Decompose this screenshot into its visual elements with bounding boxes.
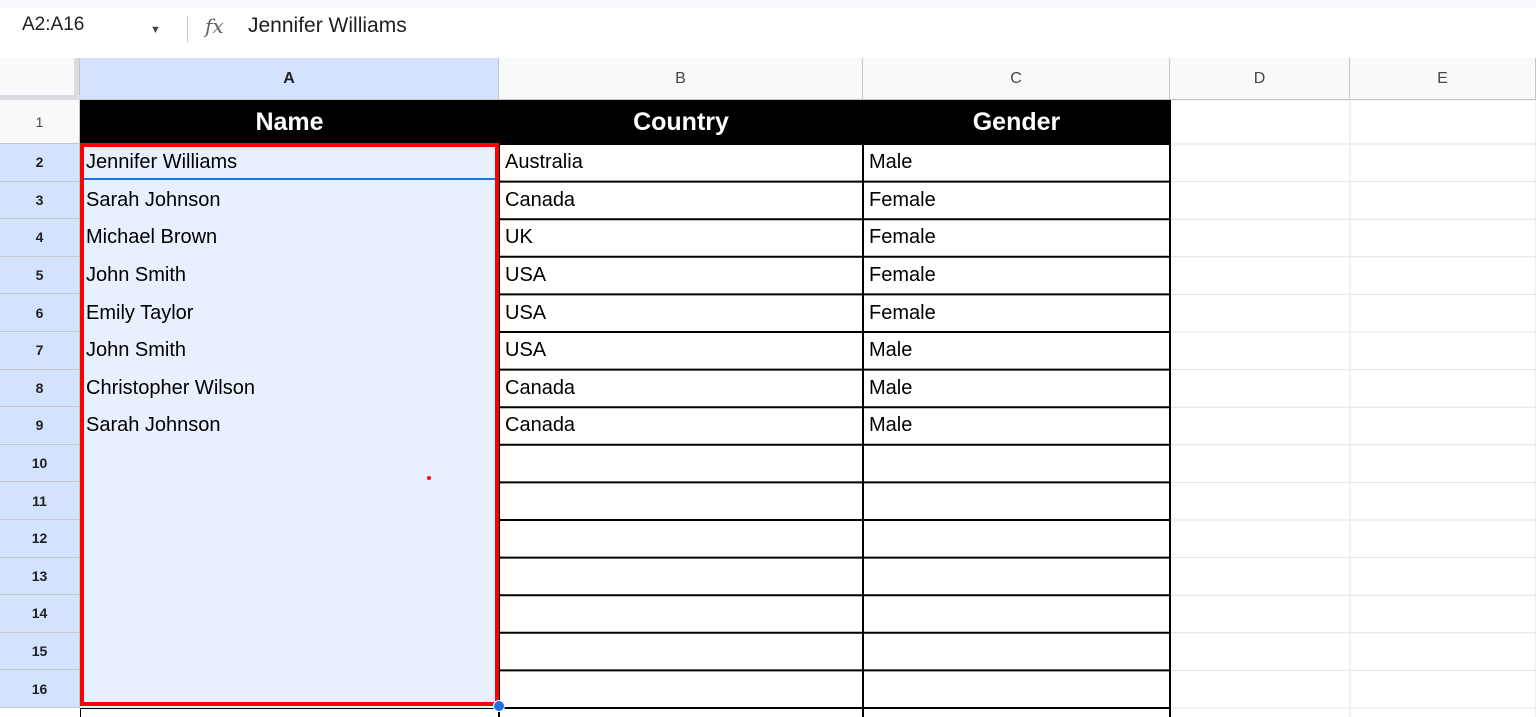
column-header-b[interactable]: B: [499, 58, 863, 100]
column-header-e[interactable]: E: [1350, 58, 1536, 100]
row-header-16[interactable]: 16: [0, 670, 80, 708]
cell-a14[interactable]: [80, 595, 499, 633]
row-header-10[interactable]: 10: [0, 444, 80, 483]
column-header-c[interactable]: C: [863, 58, 1170, 100]
row-header-3[interactable]: 3: [0, 181, 80, 220]
table-cell[interactable]: Male: [863, 332, 1170, 370]
cell-a10[interactable]: [80, 444, 499, 483]
row-header-14[interactable]: 14: [0, 595, 80, 633]
table-cell[interactable]: Sarah Johnson: [80, 182, 499, 220]
active-cell-indicator: [84, 178, 496, 180]
formula-input[interactable]: Jennifer Williams: [248, 14, 407, 38]
sheet-grid: Name Country Gender Jennifer Williams Austra…: [80, 100, 1536, 717]
row-header-1[interactable]: 1: [0, 100, 80, 144]
table-cell[interactable]: Sarah Johnson: [80, 407, 499, 445]
row-header-7[interactable]: 7: [0, 332, 80, 370]
table-cell[interactable]: John Smith: [80, 332, 499, 370]
table-cell[interactable]: USA: [499, 257, 863, 295]
annotation-dot: [427, 476, 431, 480]
row-header-15[interactable]: 15: [0, 632, 80, 671]
table-cell[interactable]: Male: [863, 144, 1170, 182]
table-cell[interactable]: Female: [863, 294, 1170, 332]
row-header-6[interactable]: 6: [0, 294, 80, 332]
header-cell-country[interactable]: Country: [499, 100, 863, 144]
table-cell[interactable]: John Smith: [80, 257, 499, 295]
formula-bar: [0, 8, 1536, 58]
table-cell[interactable]: Canada: [499, 182, 863, 220]
cell-a15[interactable]: [80, 632, 499, 671]
top-strip: [0, 0, 1536, 8]
freeze-handle-vertical[interactable]: [74, 58, 79, 100]
fx-icon: fx: [205, 14, 224, 38]
table-cell[interactable]: Male: [863, 407, 1170, 445]
cell-a16[interactable]: [80, 670, 499, 708]
table-cell[interactable]: Canada: [499, 407, 863, 445]
table-cell[interactable]: Canada: [499, 370, 863, 408]
fill-handle[interactable]: [493, 700, 505, 712]
row-header-5[interactable]: 5: [0, 256, 80, 295]
table-cell[interactable]: Female: [863, 257, 1170, 295]
table-cell[interactable]: Christopher Wilson: [80, 370, 499, 408]
cell-a13[interactable]: [80, 557, 499, 596]
cell-a11[interactable]: [80, 482, 499, 520]
cell-a12[interactable]: [80, 520, 499, 558]
table-cell[interactable]: USA: [499, 294, 863, 332]
table-cell[interactable]: Male: [863, 370, 1170, 408]
row-header-9[interactable]: 9: [0, 407, 80, 445]
row-header-8[interactable]: 8: [0, 369, 80, 408]
select-all-corner[interactable]: [0, 58, 80, 100]
table-cell[interactable]: UK: [499, 219, 863, 257]
table-cell[interactable]: Jennifer Williams: [80, 144, 499, 182]
table-cell[interactable]: Emily Taylor: [80, 294, 499, 332]
column-header-d[interactable]: D: [1170, 58, 1350, 100]
row-header-13[interactable]: 13: [0, 557, 80, 596]
table-cell[interactable]: Female: [863, 182, 1170, 220]
header-cell-gender[interactable]: Gender: [863, 100, 1170, 144]
row-header-12[interactable]: 12: [0, 520, 80, 558]
row-header-4[interactable]: 4: [0, 219, 80, 257]
table-cell[interactable]: Michael Brown: [80, 219, 499, 257]
row-header-2[interactable]: 2: [0, 144, 80, 182]
table-cell[interactable]: Female: [863, 219, 1170, 257]
header-cell-name[interactable]: Name: [80, 100, 499, 144]
column-header-a[interactable]: A: [80, 58, 499, 100]
row-header-11[interactable]: 11: [0, 482, 80, 520]
table-cell[interactable]: Australia: [499, 144, 863, 182]
chevron-down-icon[interactable]: ▼: [150, 24, 161, 36]
formula-bar-divider: [187, 16, 188, 42]
name-box[interactable]: A2:A16: [22, 14, 84, 36]
table-cell[interactable]: USA: [499, 332, 863, 370]
